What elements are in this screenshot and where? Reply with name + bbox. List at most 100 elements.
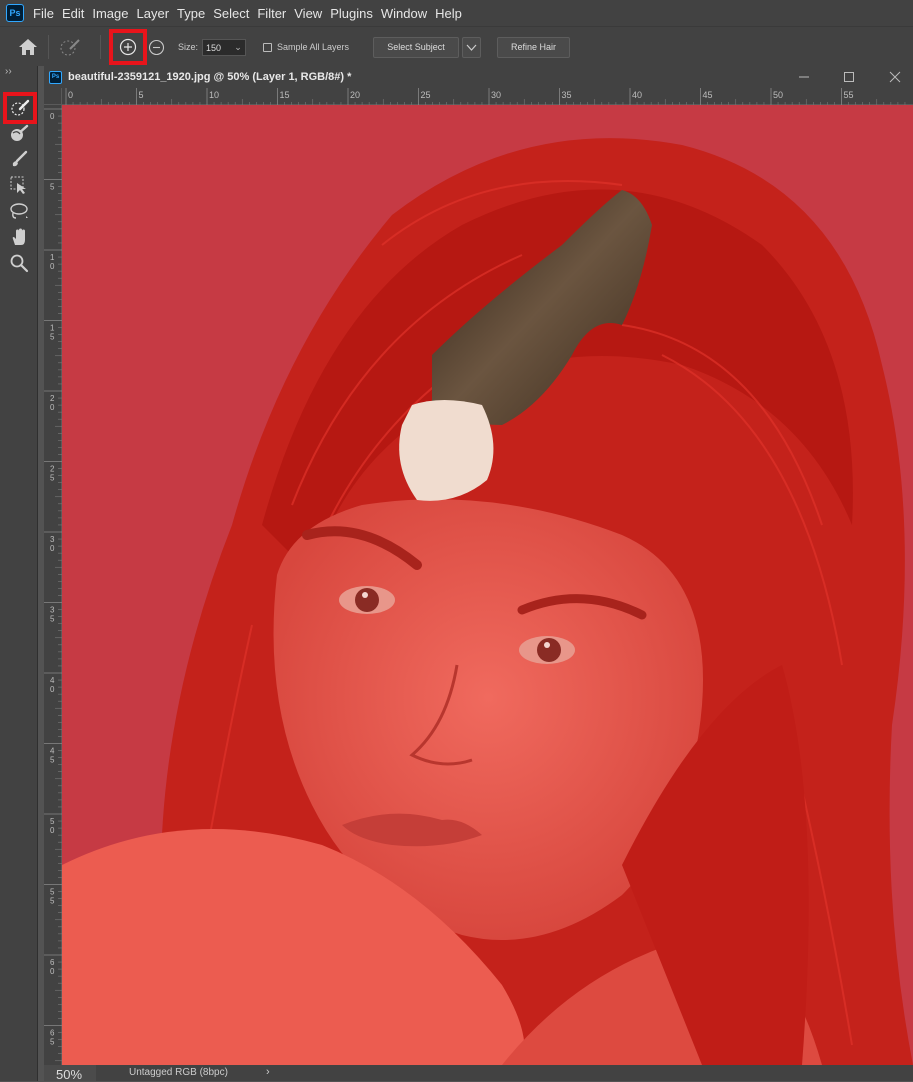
hand-icon [12, 228, 25, 245]
maximize-icon[interactable] [834, 66, 864, 88]
ruler-label: 5 [50, 888, 55, 897]
close-icon[interactable] [880, 66, 910, 88]
separator [100, 35, 101, 59]
object-selection-icon [10, 176, 26, 194]
size-label: Size: [178, 42, 199, 52]
ruler-corner [44, 88, 62, 105]
photoshop-logo-icon: Ps [6, 4, 24, 22]
ruler-label: 6 [50, 958, 55, 967]
refine-hair-button[interactable]: Refine Hair [497, 37, 570, 58]
ruler-label: 2 [50, 394, 55, 403]
select-subject-dropdown-button[interactable] [462, 37, 481, 58]
ruler-label: 4 [50, 676, 55, 685]
ruler-label: 15 [280, 90, 290, 100]
ruler-label: 5 [50, 183, 55, 192]
ruler-label: 0 [50, 826, 55, 835]
ruler-label: 0 [50, 967, 55, 976]
ruler-label: 6 [50, 1029, 55, 1038]
ruler-label: 1 [50, 324, 55, 333]
brush-preset-picker-icon[interactable] [58, 37, 82, 57]
status-bar: 50% Untagged RGB (8bpc) › [44, 1065, 913, 1082]
quick-selection-tool[interactable] [3, 92, 37, 124]
ruler-label: 45 [703, 90, 713, 100]
ruler-label: 0 [68, 90, 73, 100]
zoom-icon [10, 254, 29, 273]
ruler-label: 5 [50, 897, 55, 906]
zoom-tool[interactable] [7, 252, 31, 274]
menu-image[interactable]: Image [92, 6, 136, 21]
brush-icon [12, 150, 28, 167]
ruler-label: 0 [50, 544, 55, 553]
menu-view[interactable]: View [294, 6, 330, 21]
refine-edge-brush-tool[interactable] [7, 122, 31, 144]
sample-all-layers-label: Sample All Layers [277, 42, 350, 52]
lasso-tool[interactable] [7, 200, 31, 222]
sample-all-layers-checkbox[interactable] [263, 43, 272, 52]
add-circle-icon [119, 38, 137, 56]
size-dropdown-icon[interactable]: ⌄ [231, 39, 246, 56]
ruler-label: 3 [50, 535, 55, 544]
ruler-label: 5 [50, 817, 55, 826]
home-icon[interactable] [18, 38, 38, 56]
refine-edge-brush-icon [11, 124, 29, 141]
add-to-selection-button[interactable] [109, 29, 147, 65]
horizontal-ruler[interactable]: 0 5 10 15 20 25 30 35 40 45 50 55 [62, 88, 913, 105]
ruler-label: 0 [50, 112, 55, 121]
menu-layer[interactable]: Layer [137, 6, 178, 21]
status-info-arrow-icon[interactable]: › [266, 1066, 270, 1078]
ruler-label: 40 [632, 90, 642, 100]
menu-edit[interactable]: Edit [62, 6, 92, 21]
ruler-label: 4 [50, 747, 55, 756]
ruler-label: 0 [50, 685, 55, 694]
zoom-level[interactable]: 50% [56, 1067, 82, 1082]
document-title: beautiful-2359121_1920.jpg @ 50% (Layer … [68, 71, 352, 83]
menu-file[interactable]: File [33, 6, 62, 21]
document-ps-icon: Ps [49, 70, 62, 84]
chevron-down-icon [466, 44, 477, 51]
ruler-label: 5 [50, 615, 55, 624]
hand-tool[interactable] [7, 226, 31, 248]
collapse-toolbar-icon[interactable]: ›› [5, 66, 12, 77]
ruler-label: 2 [50, 465, 55, 474]
ruler-label: 5 [139, 90, 144, 100]
ruler-label: 35 [562, 90, 572, 100]
document-profile: Untagged RGB (8bpc) [129, 1067, 228, 1078]
menu-window[interactable]: Window [381, 6, 435, 21]
menu-bar: Ps File Edit Image Layer Type Select Fil… [0, 0, 913, 26]
lasso-icon [10, 203, 28, 219]
options-bar: Size: 150 ⌄ Sample All Layers Select Sub… [0, 26, 913, 66]
ruler-label: 5 [50, 756, 55, 765]
ruler-label: 5 [50, 333, 55, 342]
ruler-label: 20 [350, 90, 360, 100]
ruler-label: 55 [844, 90, 854, 100]
toolbar: ›› [0, 66, 38, 1081]
ruler-label: 3 [50, 606, 55, 615]
select-subject-button[interactable]: Select Subject [373, 37, 459, 58]
document-canvas[interactable] [62, 105, 913, 1065]
menu-help[interactable]: Help [435, 6, 470, 21]
ruler-label: 5 [50, 474, 55, 483]
menu-plugins[interactable]: Plugins [330, 6, 381, 21]
menu-filter[interactable]: Filter [257, 6, 294, 21]
ruler-label: 0 [50, 403, 55, 412]
ruler-label: 0 [50, 262, 55, 271]
ruler-label: 1 [50, 253, 55, 262]
portrait-image [62, 105, 913, 1065]
minimize-icon[interactable] [789, 66, 819, 88]
subtract-from-selection-button[interactable] [148, 39, 165, 56]
ruler-label: 30 [491, 90, 501, 100]
vertical-ruler[interactable]: 05101520253035404550556065 [44, 105, 62, 1082]
ruler-label: 25 [421, 90, 431, 100]
ruler-label: 50 [773, 90, 783, 100]
menu-type[interactable]: Type [177, 6, 213, 21]
ruler-label: 5 [50, 1038, 55, 1047]
menu-select[interactable]: Select [213, 6, 257, 21]
separator [48, 35, 49, 59]
object-selection-tool[interactable] [7, 174, 31, 196]
ruler-label: 10 [209, 90, 219, 100]
quick-selection-icon [11, 99, 30, 116]
subtract-circle-icon [148, 39, 165, 56]
size-input[interactable]: 150 [202, 39, 232, 56]
brush-tool[interactable] [7, 148, 31, 170]
document-tab[interactable]: Ps beautiful-2359121_1920.jpg @ 50% (Lay… [44, 66, 913, 88]
